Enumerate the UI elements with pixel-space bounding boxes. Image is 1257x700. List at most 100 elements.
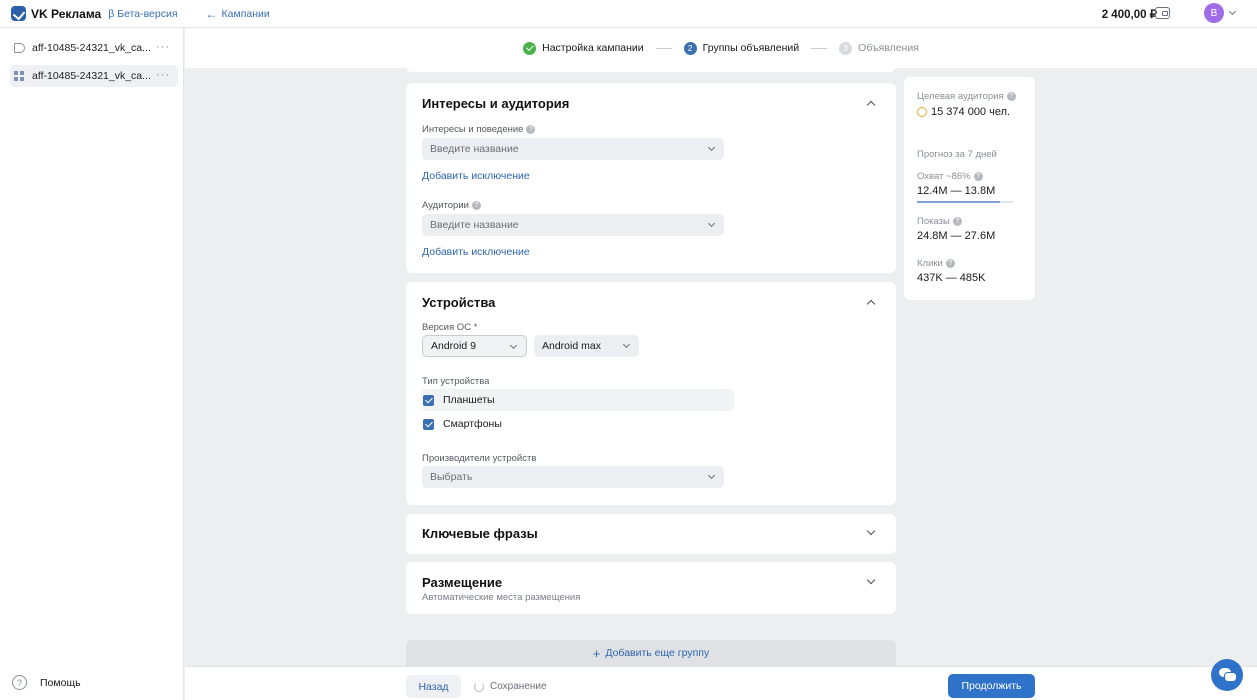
help-circle-icon: ? (12, 675, 27, 690)
step-number: 2 (683, 41, 697, 55)
bottom-action-bar: Назад Сохранение Продолжить (185, 666, 1257, 700)
chevron-down-icon (622, 340, 631, 349)
step-campaign-settings[interactable]: Настройка кампании (523, 41, 644, 55)
section-title: Ключевые фразы (422, 526, 538, 541)
back-to-campaigns-link[interactable]: ← Кампании (206, 7, 270, 21)
sidebar-item-campaign[interactable]: aff-10485-24321_vk_ca... ··· (10, 37, 178, 59)
section-subtitle: Автоматические места размещения (422, 592, 581, 603)
help-icon[interactable]: ? (471, 201, 481, 210)
warning-icon (917, 107, 927, 117)
add-exclusion-link[interactable]: Добавить исключение (422, 170, 530, 182)
sidebar: aff-10485-24321_vk_ca... ··· aff-10485-2… (0, 28, 184, 700)
forecast-panel: Целевая аудитория ? 15 374 000 чел. Прог… (904, 77, 1035, 300)
account-balance[interactable]: 2 400,00 ₽ (1102, 7, 1157, 21)
chevron-down-icon (707, 219, 716, 228)
target-audience-label-text: Целевая аудитория (917, 91, 1004, 102)
clicks-label: Клики ? (917, 258, 955, 269)
chevron-down-icon[interactable] (1228, 7, 1237, 16)
user-avatar[interactable]: B (1204, 3, 1224, 23)
help-icon[interactable]: ? (973, 172, 983, 181)
sidebar-item-ad-group[interactable]: aff-10485-24321_vk_ca... ··· (10, 65, 178, 87)
checkbox-label: Планшеты (443, 394, 495, 406)
target-audience-value-text: 15 374 000 чел. (931, 106, 1011, 118)
help-icon[interactable]: ? (1006, 92, 1016, 101)
audiences-select[interactable]: Введите название (422, 214, 724, 236)
step-ad-groups[interactable]: 2 Группы объявлений (683, 41, 800, 55)
reach-progress-bar (917, 201, 1013, 203)
step-ads[interactable]: 3 Объявления (839, 41, 919, 55)
interests-placeholder: Введите название (430, 143, 519, 155)
step-label: Объявления (858, 42, 919, 54)
reach-label-text: Охват ~86% (917, 171, 971, 182)
step-divider (811, 47, 828, 49)
help-icon[interactable]: ? (945, 259, 955, 268)
vk-ads-logo[interactable]: VK Реклама (11, 6, 101, 21)
top-bar: VK Реклама β Бета-версия ← Кампании 2 40… (0, 0, 1257, 28)
arrow-left-icon: ← (205, 6, 218, 21)
os-version-label: Версия ОС * (422, 322, 478, 333)
checkbox-checked[interactable] (423, 418, 434, 430)
interests-select[interactable]: Введите название (422, 138, 724, 160)
check-circle-icon (523, 41, 537, 55)
audiences-placeholder: Введите название (430, 219, 519, 231)
checkbox-label: Смартфоны (443, 418, 502, 430)
device-type-label: Тип устройства (422, 376, 490, 387)
os-to-value: Android max (542, 340, 601, 352)
reach-label: Охват ~86% ? (917, 171, 983, 182)
step-label: Настройка кампании (542, 42, 644, 54)
add-group-button[interactable]: + Добавить еще группу (406, 640, 896, 666)
impressions-label-text: Показы (917, 216, 950, 227)
chat-support-icon[interactable] (1211, 659, 1243, 691)
device-type-tablets[interactable]: Планшеты (422, 389, 734, 411)
chevron-up-icon[interactable] (866, 100, 876, 110)
sidebar-item-label: aff-10485-24321_vk_ca... (32, 70, 151, 82)
section-title: Устройства (422, 295, 496, 310)
back-link-label: Кампании (221, 7, 270, 20)
section-title: Интересы и аудитория (422, 96, 570, 111)
device-makers-label: Производители устройств (422, 453, 537, 464)
keywords-section[interactable]: Ключевые фразы (406, 514, 896, 554)
clicks-label-text: Клики (917, 258, 943, 269)
grid-icon (14, 71, 25, 81)
target-audience-value: 15 374 000 чел. (917, 106, 1010, 118)
step-label: Группы объявлений (702, 42, 800, 54)
chevron-down-icon[interactable] (866, 526, 876, 536)
os-version-to-select[interactable]: Android max (534, 335, 639, 357)
help-icon[interactable]: ? (952, 217, 962, 226)
interests-label-text: Интересы и поведение (422, 124, 524, 135)
chevron-down-icon (509, 341, 518, 350)
interests-label: Интересы и поведение ? (422, 124, 536, 135)
step-number: 3 (839, 41, 853, 55)
beta-badge[interactable]: β Бета-версия (108, 8, 177, 20)
impressions-label: Показы ? (917, 216, 962, 227)
more-icon[interactable]: ··· (156, 41, 170, 53)
add-group-label: Добавить еще группу (605, 647, 710, 659)
clicks-value: 437K — 485K (917, 272, 986, 284)
chevron-down-icon[interactable] (866, 575, 876, 585)
megaphone-icon (14, 43, 25, 53)
step-divider (655, 47, 672, 49)
checkbox-checked[interactable] (423, 394, 434, 406)
continue-button[interactable]: Продолжить (948, 674, 1035, 698)
chevron-down-icon (707, 143, 716, 152)
wallet-icon[interactable] (1155, 7, 1170, 19)
device-type-smartphones[interactable]: Смартфоны (422, 413, 734, 435)
reach-progress-fill (917, 201, 1000, 203)
more-icon[interactable]: ··· (156, 69, 170, 81)
os-from-value: Android 9 (431, 340, 476, 352)
devices-section: Устройства Версия ОС * Android 9 Android… (406, 282, 896, 505)
vk-logo-icon (11, 6, 26, 21)
add-exclusion-link[interactable]: Добавить исключение (422, 246, 530, 258)
help-link[interactable]: ? Помощь (12, 675, 81, 690)
saving-label: Сохранение (490, 681, 547, 692)
device-makers-select[interactable]: Выбрать (422, 466, 724, 488)
back-button[interactable]: Назад (406, 675, 461, 698)
section-title: Размещение (422, 575, 503, 590)
audiences-label: Аудитории ? (422, 200, 481, 211)
help-icon[interactable]: ? (526, 125, 536, 134)
interests-audience-section: Интересы и аудитория Интересы и поведени… (406, 83, 896, 273)
os-version-from-select[interactable]: Android 9 (422, 335, 527, 357)
help-label: Помощь (40, 676, 81, 689)
chevron-up-icon[interactable] (866, 299, 876, 309)
placement-section[interactable]: Размещение Автоматические места размещен… (406, 562, 896, 614)
